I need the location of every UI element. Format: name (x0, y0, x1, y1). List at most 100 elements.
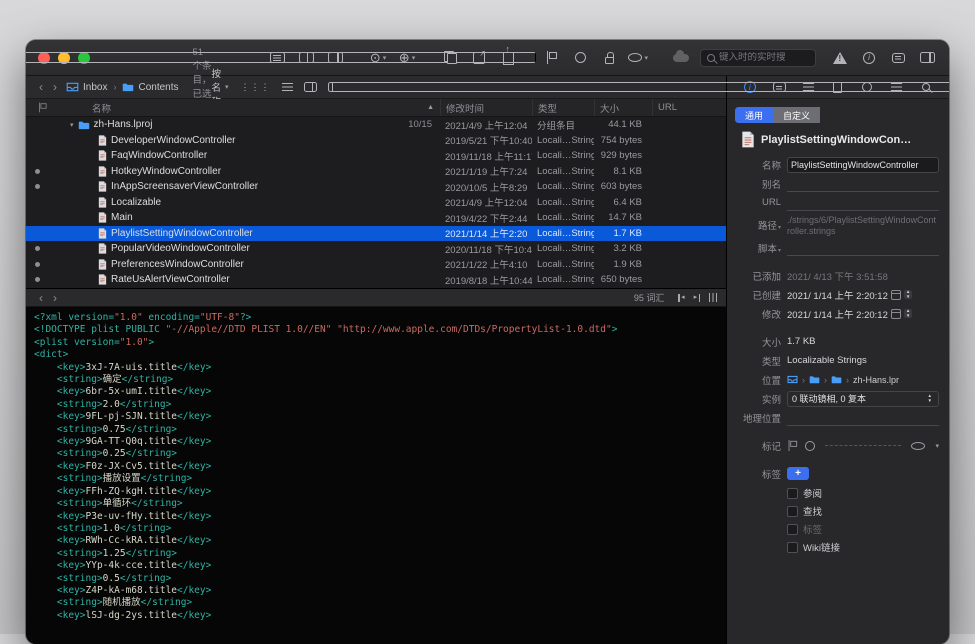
file-row[interactable]: RateUsAlertViewController2019/8/18 上午10:… (26, 272, 726, 288)
alias-input[interactable] (787, 178, 939, 192)
mark-button[interactable] (570, 47, 590, 69)
url-column-header[interactable]: URL (652, 99, 726, 116)
file-name: zh-Hans.lproj (94, 119, 153, 130)
field-instances: 实例 0 联动镜相, 0 复本 ▲▼ (735, 390, 939, 407)
right-triangle-icon: ▸ (694, 294, 698, 301)
modified-date[interactable]: 2021/ 1/14 上午 2:20:12 (787, 307, 888, 321)
source-line: <key>6br-5x-umI.title</key> (34, 386, 718, 398)
created-date[interactable]: 2021/ 1/14 上午 2:20:12 (787, 288, 888, 302)
app-window: ⊙▾ ⊕▾ ▾ i ‹ › Inbox › (26, 40, 949, 644)
breadcrumb-inbox[interactable]: Inbox (66, 82, 107, 93)
option-label: Wiki链接 (803, 540, 840, 554)
option-Wiki链接[interactable]: Wiki链接 (787, 540, 939, 554)
grid-view-icon: ⋮⋮⋮ (241, 82, 271, 92)
checkbox[interactable] (787, 488, 798, 499)
titlebar: ⊙▾ ⊕▾ ▾ i (26, 40, 949, 76)
location-breadcrumb[interactable]: › › › zh-Hans.lpr (787, 375, 939, 385)
coverflow-view-button[interactable] (328, 82, 949, 92)
file-row[interactable]: HotkeyWindowController2021/1/19 上午7:24Lo… (26, 164, 726, 180)
tab-general[interactable]: 通用 (735, 107, 773, 123)
option-标签[interactable]: 标签 (787, 522, 939, 536)
file-row[interactable]: PopularVideoWindowController2020/11/18 下… (26, 241, 726, 257)
toggle-inspector-button[interactable] (917, 47, 937, 69)
flag-button[interactable] (541, 47, 561, 69)
unread-dot (26, 184, 48, 189)
option-查找[interactable]: 查找 (787, 504, 939, 518)
label-oval-toggle[interactable] (911, 442, 925, 450)
name-input[interactable] (787, 157, 939, 173)
rating-dashes[interactable] (825, 445, 901, 446)
list-view-icon (270, 52, 285, 63)
file-row[interactable]: Localizable2021/4/9 上午12:04Locali…String… (26, 195, 726, 211)
label-button[interactable]: ▾ (628, 47, 648, 69)
unread-dot (26, 246, 48, 251)
copy-icon (444, 51, 457, 64)
file-row[interactable]: ▾zh-Hans.lproj10/152021/4/9 上午12:04分组条目4… (26, 117, 726, 133)
file-row[interactable]: Main2019/4/22 下午2:44Locali…Strings14.7 K… (26, 210, 726, 226)
checkbox[interactable] (787, 542, 798, 553)
instances-popup[interactable]: 0 联动镜相, 0 复本 ▲▼ (787, 391, 939, 407)
lock-button[interactable] (599, 47, 619, 69)
preview-back-button[interactable]: ‹ (34, 291, 48, 305)
plist-source-view[interactable]: <?xml version="1.0" encoding="UTF-8"?><!… (26, 307, 726, 644)
annotations-button[interactable] (888, 47, 908, 69)
file-row[interactable]: PlaylistSettingWindowController2021/1/14… (26, 226, 726, 242)
columns-view-button[interactable] (304, 82, 317, 92)
date-stepper[interactable]: ▲▼ (904, 309, 912, 318)
file-name: InAppScreensaverViewController (111, 181, 258, 192)
checkbox[interactable] (787, 524, 798, 535)
size-column-header[interactable]: 大小 (594, 99, 652, 116)
file-row[interactable]: InAppScreensaverViewController 2020/10/5 … (26, 179, 726, 195)
flag-toggle[interactable] (788, 440, 797, 451)
calendar-icon[interactable] (891, 290, 901, 300)
file-name-cell: DeveloperWindowController (48, 135, 440, 146)
view-icons-button[interactable]: ⋮⋮⋮ (241, 82, 271, 93)
view-reading-button[interactable] (296, 47, 316, 69)
file-row[interactable]: FaqWindowController2019/11/18 上午11:17Loc… (26, 148, 726, 164)
add-tag-button[interactable]: + (787, 467, 809, 480)
flag-column-header[interactable] (26, 99, 48, 116)
file-modified: 2020/10/5 上午8:29 (440, 180, 532, 194)
file-row[interactable]: DeveloperWindowController2019/5/21 下午10:… (26, 133, 726, 149)
breadcrumb-contents[interactable]: Contents (122, 82, 178, 93)
modified-column-header[interactable]: 修改时间 (440, 99, 532, 116)
file-row[interactable]: PreferencesWindowController2021/1/22 上午4… (26, 257, 726, 273)
file-modified: 2019/4/22 下午2:44 (440, 211, 532, 225)
info-button[interactable]: i (859, 47, 879, 69)
kind-column-header[interactable]: 类型 (532, 99, 594, 116)
date-stepper[interactable]: ▲▼ (904, 290, 912, 299)
forward-button[interactable]: › (48, 80, 62, 94)
script-input[interactable] (787, 242, 939, 256)
view-list-button[interactable] (267, 47, 287, 69)
list-view-button[interactable] (282, 83, 293, 92)
preview-forward-button[interactable]: › (48, 291, 62, 305)
name-column-header[interactable]: 名称▲ (48, 99, 440, 116)
tab-custom[interactable]: 自定义 (773, 107, 820, 123)
field-created: 已创建 2021/ 1/14 上午 2:20:12 ▲▼ (735, 286, 939, 303)
unread-dot (26, 169, 48, 174)
back-button[interactable]: ‹ (34, 80, 48, 94)
url-input[interactable] (787, 197, 939, 211)
search-input[interactable] (719, 52, 809, 63)
search-icon (707, 54, 715, 62)
file-size: 603 bytes (594, 181, 652, 192)
text-columns-button[interactable] (709, 293, 710, 302)
mark-circle-toggle[interactable] (805, 441, 815, 451)
disclosure-triangle[interactable]: ▾ (70, 121, 74, 129)
calendar-icon[interactable] (891, 309, 901, 319)
toggle-sidebar-button[interactable] (112, 47, 258, 69)
view-widescreen-button[interactable] (325, 47, 345, 69)
file-kind: Locali…Strings (532, 150, 594, 161)
toolbar-search-field[interactable] (700, 49, 816, 67)
file-size: 8.1 KB (594, 166, 652, 177)
source-line: <?xml version="1.0" encoding="UTF-8"?> (34, 312, 718, 324)
alerts-button[interactable] (830, 47, 850, 69)
lock-icon (605, 57, 614, 64)
next-highlight-button[interactable]: ▸ (694, 294, 700, 302)
sync-button[interactable] (671, 47, 691, 69)
previous-highlight-button[interactable]: ◂ (678, 294, 684, 302)
geolocation-input[interactable] (787, 412, 939, 426)
option-参阅[interactable]: 参阅 (787, 486, 939, 500)
checkbox[interactable] (787, 506, 798, 517)
file-name-cell: InAppScreensaverViewController (48, 181, 440, 192)
